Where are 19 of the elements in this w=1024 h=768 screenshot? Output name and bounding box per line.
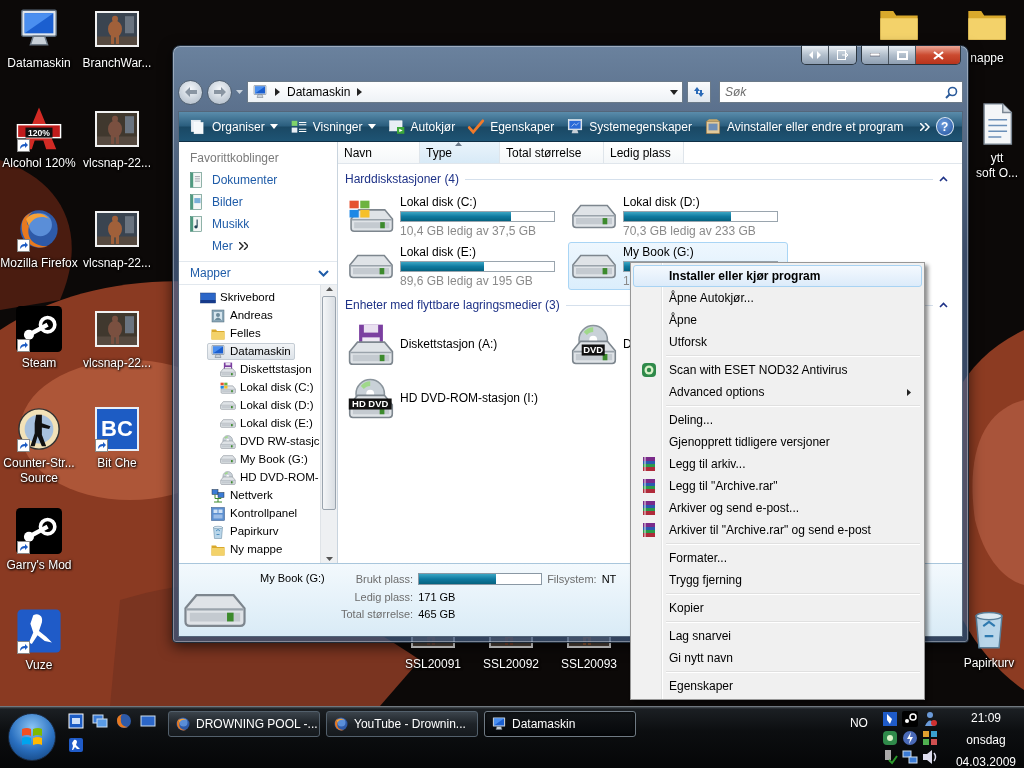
drive-name: Lokal disk (E:) — [400, 244, 477, 259]
detail-value: NT — [601, 573, 617, 585]
free-space-text: 89,6 GB ledig av 195 GB — [400, 273, 533, 288]
drive-name: My Book (G:) — [260, 571, 326, 586]
section-heading: Favorittkoblinger — [189, 150, 280, 167]
drive-name: Lokal disk (C:) — [400, 194, 477, 209]
drive-name: Diskettstasjon (A:) — [400, 337, 498, 351]
detail-value: 465 GB — [418, 607, 457, 620]
detail-label: Ledig plass: — [353, 590, 414, 603]
drive-name: My Book (G:) — [623, 244, 694, 259]
free-space-text: 70,3 GB ledig av 233 GB — [623, 223, 756, 238]
free-space-text: 10,4 GB ledig av 37,5 GB — [400, 223, 537, 238]
detail-value: 171 GB — [418, 590, 457, 603]
detail-label: Total størrelse: — [341, 607, 414, 620]
detail-label: Brukt plass: — [354, 573, 414, 585]
drive-name: Lokal disk (D:) — [623, 194, 700, 209]
drive-name: HD DVD-ROM-stasjon (I:) — [400, 391, 538, 405]
free-space-text: 1 — [623, 273, 630, 288]
detail-label: Filsystem: — [547, 573, 597, 585]
